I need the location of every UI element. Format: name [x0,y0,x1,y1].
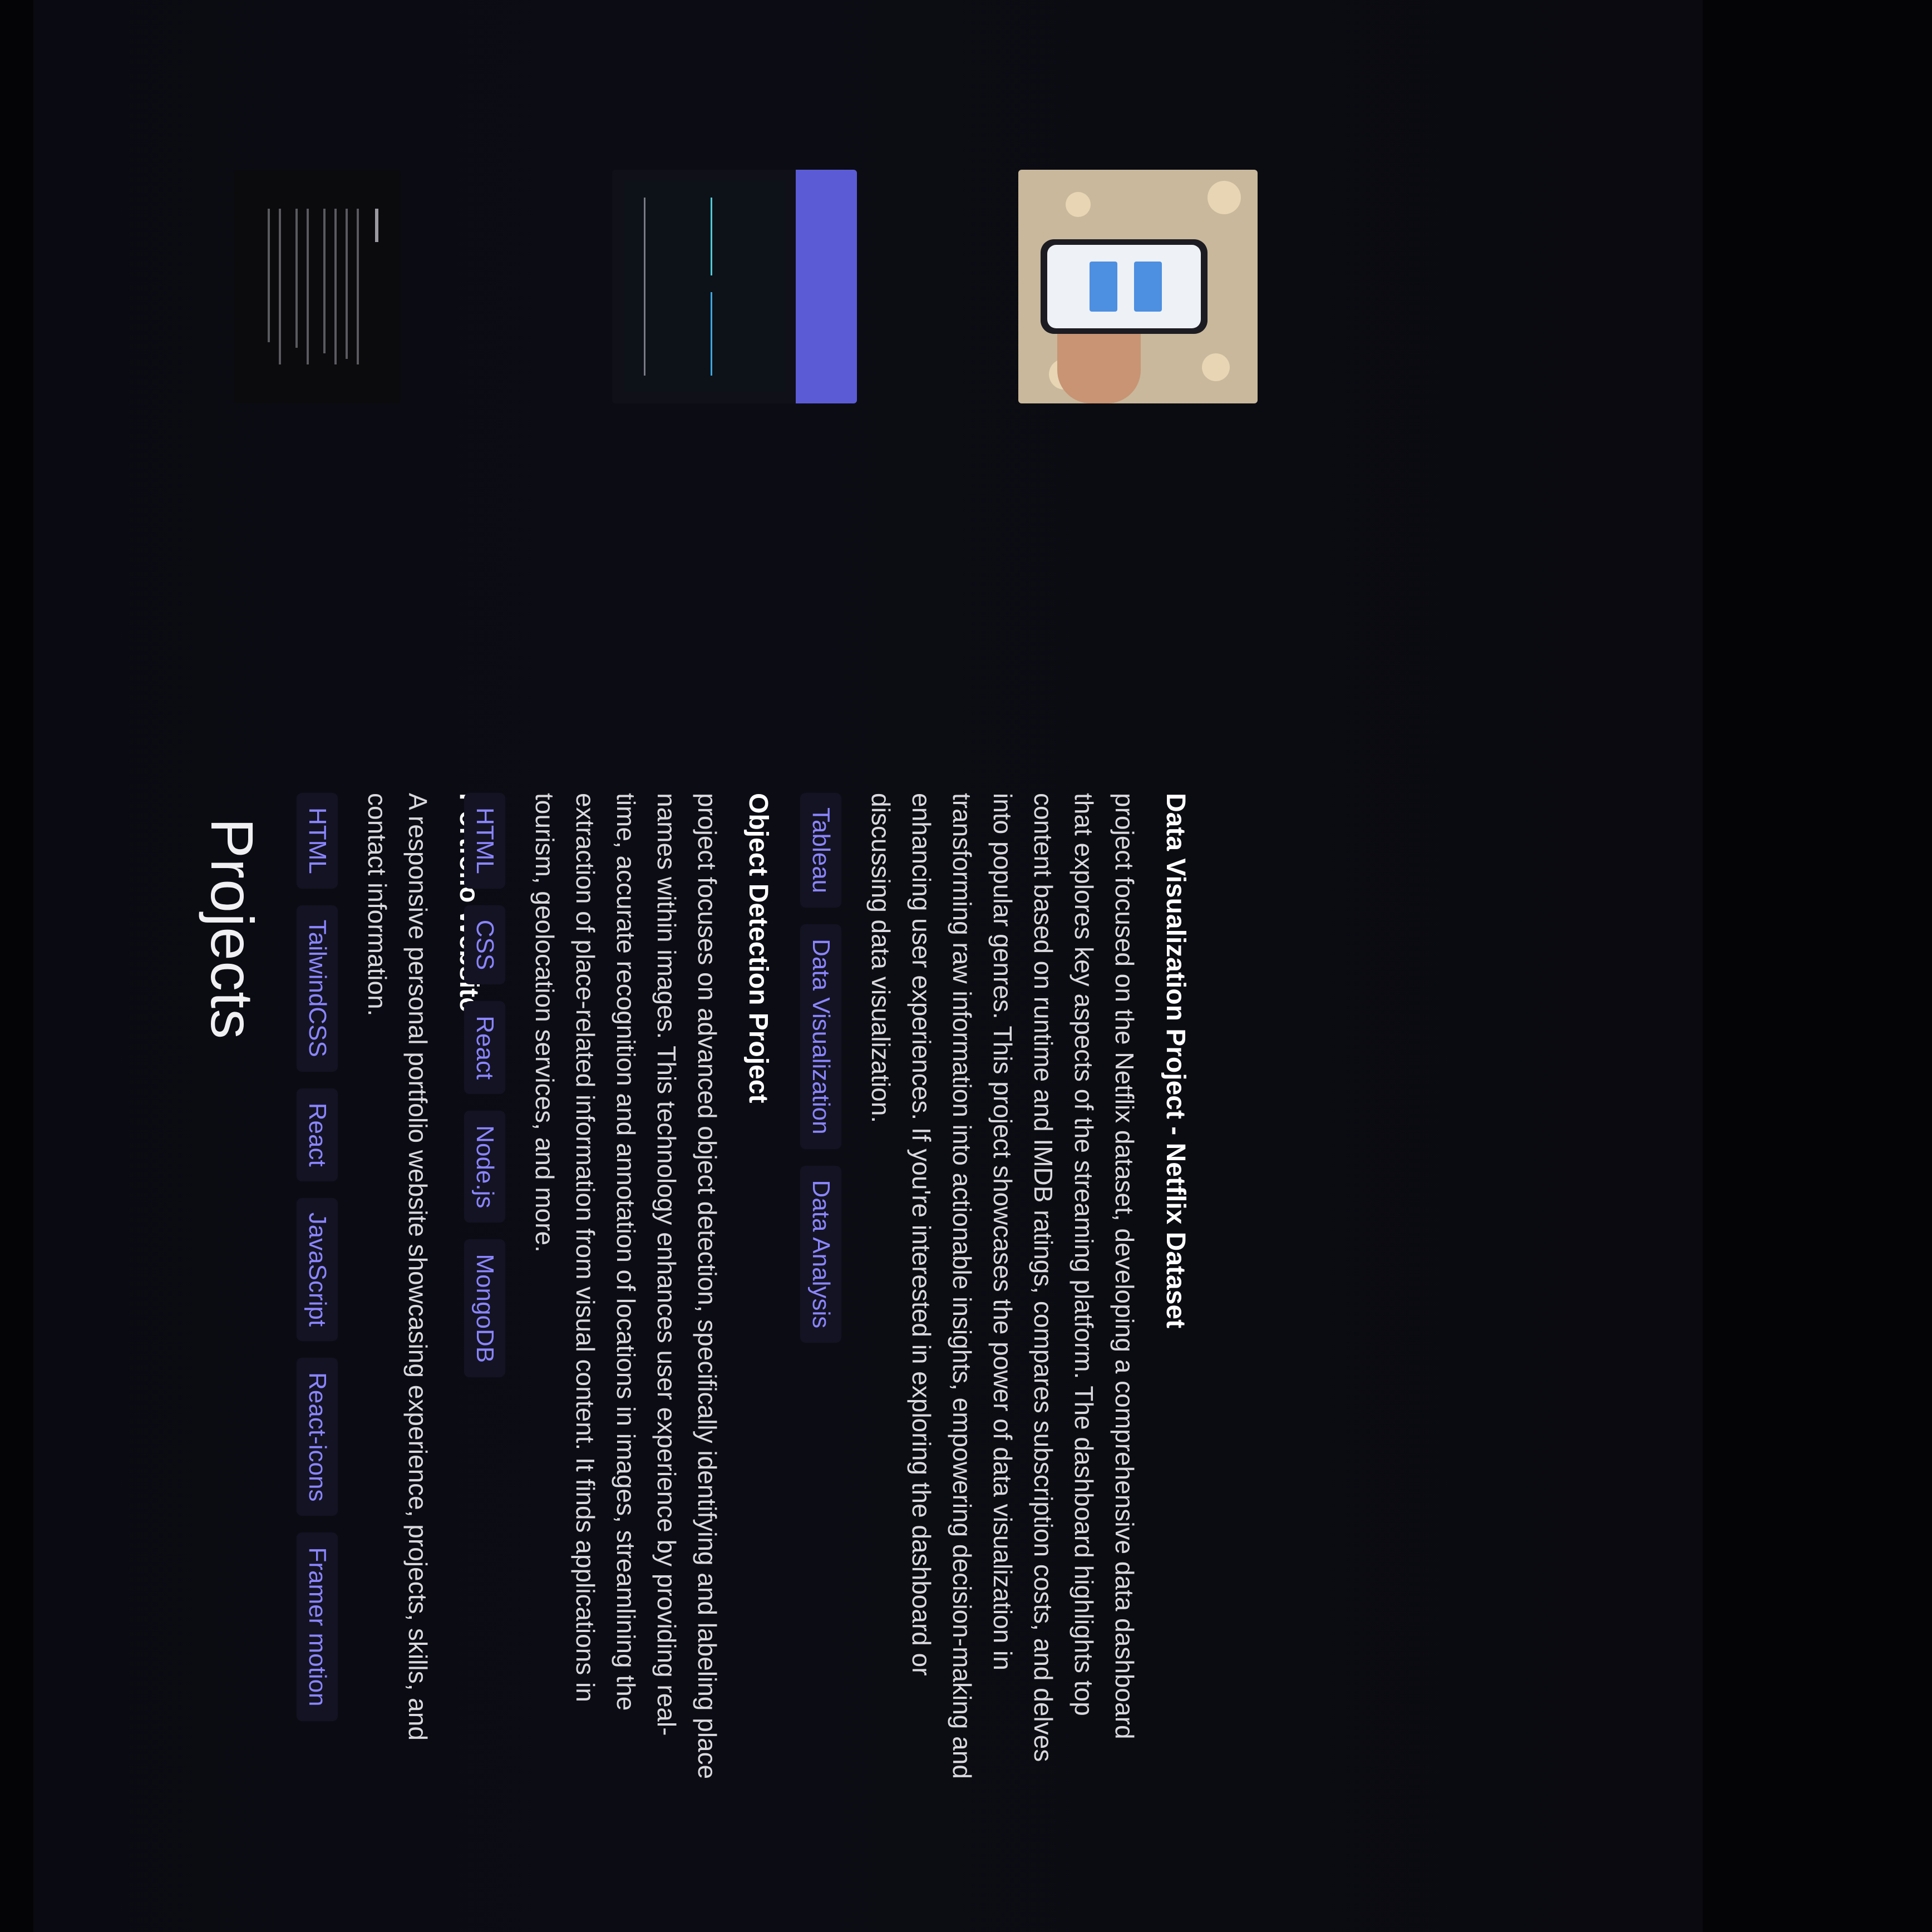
tag: Tableau [800,793,841,908]
dashboard-panel [623,181,785,392]
tag: MongoDB [464,1239,505,1378]
project-card-portfolio[interactable]: Portfolio Website A responsive personal … [297,793,484,1783]
tag-list: HTML TailwindCSS React JavaScript React-… [297,793,338,1783]
tag: Framer motion [297,1532,338,1721]
tag: HTML [297,793,338,889]
project-title[interactable]: Object Detection Project [743,793,773,1783]
tag-list: Tableau Data Visualization Data Analysis [800,793,841,1783]
project-thumbnail-netflix[interactable] [1018,170,1258,403]
project-description: project focuses on advanced object detec… [530,793,722,1780]
project-card-object-detection[interactable]: Object Detection Project project focuses… [464,793,773,1783]
project-title[interactable]: Data Visualization Project - Netflix Dat… [1160,793,1191,1783]
tag: HTML [464,793,505,889]
tag: React [464,1001,505,1095]
tag: TailwindCSS [297,905,338,1072]
dashboard-header-band [796,170,857,403]
tag: React-icons [297,1358,338,1516]
projects-page: Projects Portfolio Website A responsive … [45,67,1770,1847]
project-card-netflix[interactable]: Data Visualization Project - Netflix Dat… [800,793,1191,1783]
page-title: Projects [199,818,266,1040]
phone-image [1041,239,1208,334]
tag: Node.js [464,1111,505,1223]
tag: JavaScript [297,1197,338,1342]
tag-list: HTML CSS React Node.js MongoDB [464,793,505,1783]
tag: React [297,1088,338,1181]
project-description: A responsive personal portfolio website … [363,793,432,1741]
tag: Data Analysis [800,1165,841,1343]
tag: Data Visualization [800,924,841,1149]
project-thumbnail-portfolio[interactable] [234,170,401,403]
project-description: project focused on the Netflix dataset, … [866,793,1139,1779]
project-thumbnail-object-detection[interactable] [612,170,857,403]
tag: CSS [464,905,505,985]
